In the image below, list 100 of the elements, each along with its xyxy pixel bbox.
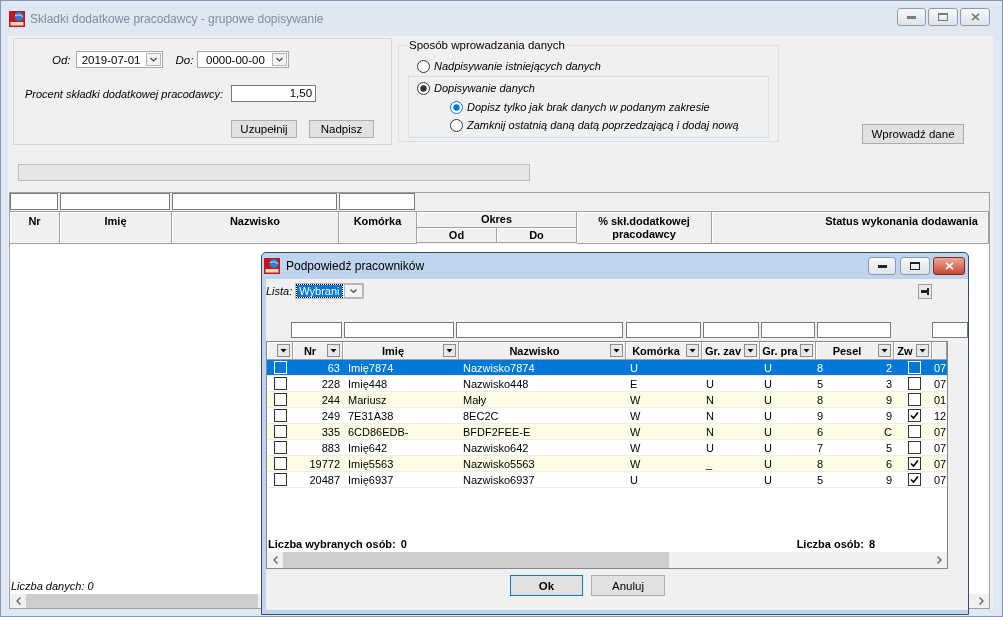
dropdown-icon[interactable]: [744, 344, 757, 357]
checkbox[interactable]: [908, 457, 921, 470]
radio-button[interactable]: [417, 81, 430, 95]
close-button[interactable]: [933, 257, 965, 275]
checkbox[interactable]: [274, 425, 287, 438]
dropdown-icon[interactable]: [686, 344, 699, 357]
table-cell: Nazwisko7874: [463, 361, 535, 374]
dialog-button[interactable]: Anuluj: [591, 575, 665, 596]
filter-field[interactable]: [456, 322, 623, 338]
table-cell: 6CD86EDB-: [348, 425, 409, 438]
table-row[interactable]: 335 6CD86EDB- BFDF2FEE-E W N U 6 C 07: [267, 424, 947, 440]
count-label: Liczba wybranych osób:: [268, 538, 396, 550]
table-cell: U: [630, 361, 638, 374]
panel-icon[interactable]: [918, 283, 932, 299]
checkbox[interactable]: [274, 393, 287, 406]
table-cell: Imię5563: [348, 457, 394, 470]
column-header[interactable]: Komórka: [339, 212, 417, 244]
dropdown-icon[interactable]: [277, 344, 290, 357]
checkbox[interactable]: [908, 441, 921, 454]
column-header[interactable]: Imię: [60, 212, 172, 244]
column-header[interactable]: Nr: [10, 212, 60, 244]
number-field[interactable]: 1,50: [231, 85, 317, 102]
form-button[interactable]: Uzupełnij: [231, 120, 297, 138]
radio-button[interactable]: [417, 59, 430, 73]
chevron-right-icon[interactable]: [979, 597, 984, 605]
date-field[interactable]: 2019-07-01: [75, 51, 163, 68]
table-cell: BFDF2FEE-E: [463, 425, 531, 438]
table-cell: W: [630, 409, 641, 422]
window-title: Składki dodatkowe pracodawcy - grupowe dopisywanie: [30, 11, 324, 26]
scrollbar-thumb[interactable]: [26, 594, 258, 608]
checkbox[interactable]: [274, 473, 287, 486]
checkbox[interactable]: [908, 377, 921, 390]
chevron-left-icon[interactable]: [16, 597, 21, 605]
radio-button[interactable]: [450, 100, 463, 114]
column-header[interactable]: % skł.dodatkowej pracodawcy: [577, 212, 712, 244]
column-header[interactable]: Do: [497, 228, 577, 243]
filter-field[interactable]: [10, 193, 58, 210]
submit-button[interactable]: Wprowadź dane: [862, 124, 964, 144]
filter-field[interactable]: [339, 193, 415, 210]
maximize-button[interactable]: [900, 257, 930, 275]
dropdown-icon[interactable]: [327, 344, 340, 357]
table-cell: 8: [817, 361, 824, 374]
table-row[interactable]: 20487 Imię6937 Nazwisko6937 U U 5 9 07: [267, 472, 947, 488]
table-cell: Mały: [463, 393, 487, 406]
dropdown-icon[interactable]: [800, 344, 813, 357]
date-field[interactable]: 0000-00-00: [197, 51, 290, 68]
scrollbar-thumb[interactable]: [283, 552, 669, 568]
filter-field[interactable]: [817, 322, 891, 338]
chevron-down-icon: [344, 284, 364, 298]
form-button[interactable]: Nadpisz: [309, 120, 374, 138]
list-dropdown[interactable]: Wybrani: [295, 283, 365, 299]
filter-field[interactable]: [932, 322, 968, 338]
column-header[interactable]: Okres: [417, 212, 577, 228]
checkbox[interactable]: [908, 393, 921, 406]
row-count-text: Liczba danych: 0: [10, 580, 94, 592]
checkbox[interactable]: [274, 377, 287, 390]
table-cell: Nazwisko448: [463, 377, 529, 390]
checkbox[interactable]: [908, 409, 921, 422]
table-cell: W: [630, 457, 641, 470]
column-header[interactable]: Nazwisko: [172, 212, 339, 244]
filter-field[interactable]: [60, 193, 170, 210]
table-cell: 5: [817, 377, 824, 390]
filter-field[interactable]: [291, 322, 342, 338]
checkbox[interactable]: [274, 457, 287, 470]
table-cell: 9: [885, 409, 892, 422]
dialog-button[interactable]: Ok: [510, 575, 583, 596]
table-cell: 8: [817, 457, 824, 470]
dropdown-icon[interactable]: [878, 344, 891, 357]
table-cell: 3: [885, 377, 892, 390]
table-cell: 8EC2C: [463, 409, 499, 422]
filter-field[interactable]: [626, 322, 701, 338]
column-header[interactable]: Status wykonania dodawania: [712, 212, 989, 244]
field-label: Od:: [52, 53, 71, 66]
horizontal-scrollbar[interactable]: [267, 552, 947, 568]
chevron-left-icon[interactable]: [273, 556, 278, 564]
table-cell: 6: [817, 425, 824, 438]
column-header[interactable]: Od: [417, 228, 497, 243]
checkbox[interactable]: [274, 409, 287, 422]
checkbox[interactable]: [908, 473, 921, 486]
table-cell: Nazwisko6937: [463, 473, 535, 486]
table-cell: U: [764, 457, 772, 470]
minimize-button[interactable]: [868, 257, 896, 275]
dropdown-icon[interactable]: [610, 344, 623, 357]
filter-field[interactable]: [344, 322, 454, 338]
table-cell: 63: [327, 361, 340, 374]
filter-field[interactable]: [172, 193, 337, 210]
close-button[interactable]: [960, 8, 990, 26]
dropdown-icon[interactable]: [443, 344, 456, 357]
radio-button[interactable]: [450, 118, 463, 132]
table-row[interactable]: 19772 Imię5563 Nazwisko5563 W _ U 8 6 07: [267, 456, 947, 472]
filter-field[interactable]: [761, 322, 815, 338]
filter-field[interactable]: [703, 322, 759, 338]
dropdown-icon[interactable]: [916, 344, 929, 357]
table-cell: Imię448: [348, 377, 388, 390]
checkbox[interactable]: [908, 425, 921, 438]
checkbox[interactable]: [274, 441, 287, 454]
table-row[interactable]: 244 Mariusz Mały W N U 8 9 01: [267, 392, 947, 408]
table-cell: 07: [934, 425, 947, 438]
table-cell: _: [706, 457, 713, 470]
chevron-right-icon[interactable]: [937, 556, 942, 564]
